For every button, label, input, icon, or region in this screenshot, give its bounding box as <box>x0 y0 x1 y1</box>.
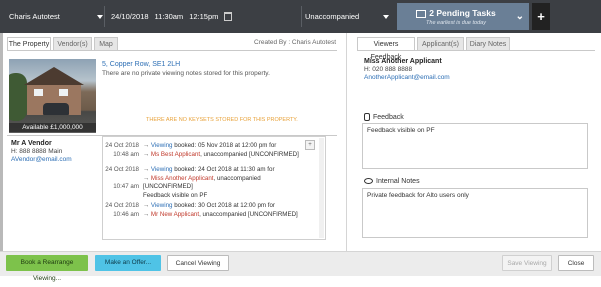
tab-map[interactable]: Map <box>94 37 118 50</box>
viewing-link[interactable]: Viewing <box>151 142 173 149</box>
status-value: Unaccompanied <box>305 12 360 21</box>
divider <box>357 50 595 51</box>
divider <box>104 6 105 27</box>
created-by: Created By : Charis Autotest <box>254 39 337 46</box>
no-notes-text: There are no private viewing notes store… <box>102 70 270 77</box>
applicant-phone: H: 020 888 8888 <box>364 66 413 73</box>
book-rearrange-viewing-button[interactable]: Book a Rearrange Viewing... <box>6 255 88 282</box>
cancel-viewing-button[interactable]: Cancel Viewing <box>167 255 229 271</box>
applicant-link[interactable]: Ms Best Applicant <box>151 151 200 158</box>
vendor-email[interactable]: AVendor@email.com <box>11 156 72 163</box>
applicant-email[interactable]: AnotherApplicant@email.com <box>364 74 450 81</box>
tab-the-property[interactable]: The Property <box>7 37 51 51</box>
date-value: 24/10/2018 <box>111 12 149 21</box>
save-viewing-button[interactable]: Save Viewing <box>502 255 552 271</box>
viewing-history-list[interactable]: + 24 Oct 2018 10:48 am → Viewing booked: … <box>102 136 326 240</box>
end-time: 12:15pm <box>189 12 219 21</box>
chevron-down-icon <box>97 15 103 19</box>
close-button[interactable]: Close <box>558 255 594 271</box>
viewing-link[interactable]: Viewing <box>151 202 173 209</box>
vendor-phone: H: 888 8888 Main <box>11 148 63 155</box>
user-selector[interactable]: Charis Autotest <box>9 0 104 33</box>
internal-notes-heading: Internal Notes <box>364 178 420 185</box>
make-offer-button[interactable]: Make an Offer... <box>95 255 161 271</box>
divider <box>301 6 302 27</box>
chevron-down-icon: ⌄ <box>515 11 524 22</box>
applicant-link[interactable]: Miss Another Applicant <box>151 175 214 182</box>
task-list-icon <box>416 9 427 18</box>
no-keysets-text: THERE ARE NO KEYSETS STORED FOR THIS PRO… <box>146 117 298 123</box>
window-edge <box>0 33 3 251</box>
scrollbar[interactable] <box>319 138 324 238</box>
price-label: Available £1,000,000 <box>9 123 96 133</box>
calendar-icon[interactable] <box>224 12 233 21</box>
pending-tasks-button[interactable]: 2 Pending Tasks The earliest is due toda… <box>397 3 529 30</box>
pending-tasks-subtitle: The earliest is due today <box>426 20 486 26</box>
top-bar: Charis Autotest 24/10/2018 11:30am 12:15… <box>0 0 601 33</box>
internal-notes-textarea[interactable]: Private feedback for Alto users only <box>362 188 588 238</box>
property-address-link[interactable]: 5, Copper Row, SE1 2LH <box>102 61 180 68</box>
feedback-heading: Feedback <box>364 113 404 121</box>
applicant-name: Miss Another Applicant <box>364 58 442 65</box>
applicant-link[interactable]: Mr New Applicant <box>151 211 199 218</box>
property-photo[interactable] <box>9 59 96 132</box>
status-select[interactable]: Unaccompanied <box>305 0 392 33</box>
divider <box>346 33 347 251</box>
microphone-icon <box>364 113 370 121</box>
user-name: Charis Autotest <box>9 12 60 21</box>
date-time-field[interactable]: 24/10/2018 11:30am 12:15pm <box>111 0 301 33</box>
tab-diary-notes[interactable]: Diary Notes <box>466 37 510 50</box>
add-note-icon[interactable]: + <box>305 140 315 150</box>
feedback-textarea[interactable]: Feedback visible on PF <box>362 123 588 169</box>
viewing-link[interactable]: Viewing <box>151 166 173 173</box>
tab-viewers-feedback[interactable]: Viewers Feedback <box>357 37 415 61</box>
divider <box>7 50 337 51</box>
tab-vendors[interactable]: Vendor(s) <box>53 37 92 50</box>
add-button[interactable]: + <box>532 3 550 30</box>
pending-tasks-title: 2 Pending Tasks <box>397 8 515 18</box>
tab-applicants[interactable]: Applicant(s) <box>417 37 464 50</box>
vendor-name: Mr A Vendor <box>11 140 52 147</box>
start-time: 11:30am <box>154 12 184 21</box>
chevron-down-icon <box>383 15 389 19</box>
eye-icon <box>364 178 373 185</box>
